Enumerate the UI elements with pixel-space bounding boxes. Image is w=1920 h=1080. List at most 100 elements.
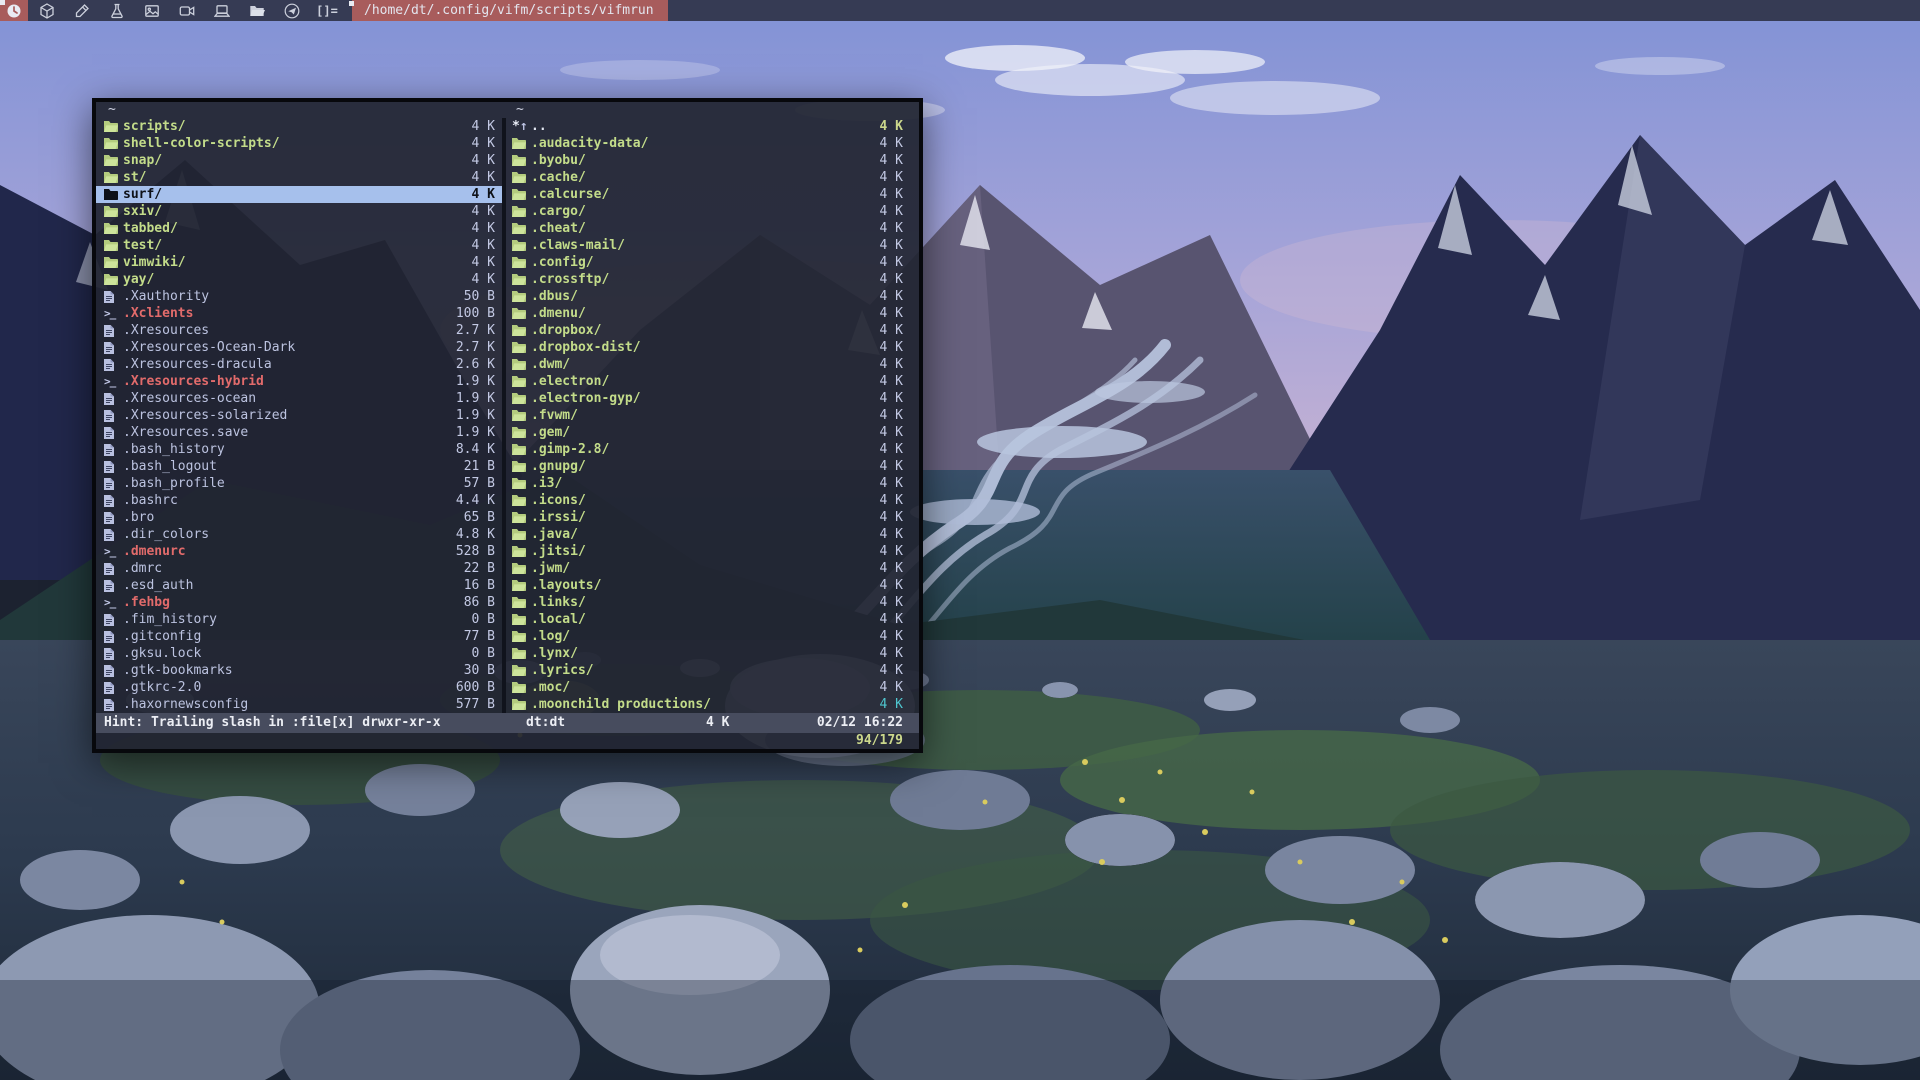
folder-icon — [512, 577, 531, 594]
file-row[interactable]: .Xresources-solarized 1.9 K — [96, 407, 502, 424]
file-row[interactable]: .Xresources-Ocean-Dark 2.7 K — [96, 339, 502, 356]
file-row[interactable]: .fvwm/ 4 K — [506, 407, 919, 424]
file-row[interactable]: surf/ 4 K — [96, 186, 502, 203]
file-row[interactable]: tabbed/ 4 K — [96, 220, 502, 237]
file-row[interactable]: .dropbox-dist/ 4 K — [506, 339, 919, 356]
file-row[interactable]: .layouts/ 4 K — [506, 577, 919, 594]
file-row[interactable]: .haxornewsconfig 577 B — [96, 696, 502, 713]
file-row[interactable]: .gem/ 4 K — [506, 424, 919, 441]
file-row[interactable]: vimwiki/ 4 K — [96, 254, 502, 271]
file-row[interactable]: .i3/ 4 K — [506, 475, 919, 492]
file-row[interactable]: >_ .Xresources-hybrid 1.9 K — [96, 373, 502, 390]
file-row[interactable]: .dmrc 22 B — [96, 560, 502, 577]
file-row[interactable]: test/ 4 K — [96, 237, 502, 254]
file-row[interactable]: .gnupg/ 4 K — [506, 458, 919, 475]
file-row[interactable]: .dbus/ 4 K — [506, 288, 919, 305]
file-row[interactable]: >_ .fehbg 86 B — [96, 594, 502, 611]
file-row[interactable]: .jwm/ 4 K — [506, 560, 919, 577]
file-row[interactable]: yay/ 4 K — [96, 271, 502, 288]
file-row[interactable]: scripts/ 4 K — [96, 118, 502, 135]
tiling-layout-glyph[interactable]: []= — [319, 3, 335, 19]
file-row[interactable]: .byobu/ 4 K — [506, 152, 919, 169]
file-row[interactable]: .Xauthority 50 B — [96, 288, 502, 305]
paper-plane-icon[interactable] — [284, 3, 300, 19]
file-row[interactable]: .local/ 4 K — [506, 611, 919, 628]
file-row[interactable]: .bash_history 8.4 K — [96, 441, 502, 458]
file-name: .dwm/ — [531, 356, 570, 373]
file-icon — [104, 356, 123, 373]
folder-icon — [512, 220, 531, 237]
file-row[interactable]: .moc/ 4 K — [506, 679, 919, 696]
file-row[interactable]: >_ .dmenurc 528 B — [96, 543, 502, 560]
file-row[interactable]: .electron-gyp/ 4 K — [506, 390, 919, 407]
file-row[interactable]: .gksu.lock 0 B — [96, 645, 502, 662]
file-row[interactable]: .dmenu/ 4 K — [506, 305, 919, 322]
file-row[interactable]: .bro 65 B — [96, 509, 502, 526]
file-icon — [104, 628, 123, 645]
file-row[interactable]: .Xresources 2.7 K — [96, 322, 502, 339]
file-row[interactable]: .moonchild productions/ 4 K — [506, 696, 919, 713]
file-name: .cache/ — [531, 169, 586, 186]
file-row[interactable]: .gtk-bookmarks 30 B — [96, 662, 502, 679]
file-row[interactable]: .gitconfig 77 B — [96, 628, 502, 645]
file-icon — [104, 288, 123, 305]
file-row[interactable]: .audacity-data/ 4 K — [506, 135, 919, 152]
file-size: 4 K — [880, 322, 903, 339]
laptop-icon[interactable] — [214, 3, 230, 19]
file-row[interactable]: .lyrics/ 4 K — [506, 662, 919, 679]
file-row[interactable]: *↑ .. 4 K — [506, 118, 919, 135]
file-row[interactable]: .dropbox/ 4 K — [506, 322, 919, 339]
file-row[interactable]: sxiv/ 4 K — [96, 203, 502, 220]
file-row[interactable]: .Xresources.save 1.9 K — [96, 424, 502, 441]
file-row[interactable]: .claws-mail/ 4 K — [506, 237, 919, 254]
folder-icon[interactable] — [249, 3, 265, 19]
pane-titles: ~ ~ — [96, 102, 919, 118]
file-name: .fehbg — [123, 594, 170, 611]
file-row[interactable]: .crossftp/ 4 K — [506, 271, 919, 288]
file-row[interactable]: .esd_auth 16 B — [96, 577, 502, 594]
file-size: 4 K — [880, 679, 903, 696]
file-row[interactable]: .java/ 4 K — [506, 526, 919, 543]
file-row[interactable]: >_ .Xclients 100 B — [96, 305, 502, 322]
file-row[interactable]: .dwm/ 4 K — [506, 356, 919, 373]
file-row[interactable]: .gimp-2.8/ 4 K — [506, 441, 919, 458]
clock-icon[interactable] — [6, 3, 22, 19]
image-icon[interactable] — [144, 3, 160, 19]
file-name: .byobu/ — [531, 152, 586, 169]
file-row[interactable]: .bashrc 4.4 K — [96, 492, 502, 509]
file-row[interactable]: .gtkrc-2.0 600 B — [96, 679, 502, 696]
file-size: 528 B — [456, 543, 495, 560]
file-row[interactable]: .links/ 4 K — [506, 594, 919, 611]
file-row[interactable]: .bash_logout 21 B — [96, 458, 502, 475]
file-row[interactable]: .lynx/ 4 K — [506, 645, 919, 662]
file-size: 65 B — [464, 509, 495, 526]
file-row[interactable]: .Xresources-dracula 2.6 K — [96, 356, 502, 373]
file-row[interactable]: shell-color-scripts/ 4 K — [96, 135, 502, 152]
file-row[interactable]: .Xresources-ocean 1.9 K — [96, 390, 502, 407]
file-row[interactable]: .icons/ 4 K — [506, 492, 919, 509]
file-row[interactable]: .calcurse/ 4 K — [506, 186, 919, 203]
file-name: st/ — [123, 169, 146, 186]
file-row[interactable]: .fim_history 0 B — [96, 611, 502, 628]
path-display[interactable]: /home/dt/.config/vifm/scripts/vifmrun — [352, 0, 668, 21]
file-name: .esd_auth — [123, 577, 193, 594]
file-row[interactable]: .config/ 4 K — [506, 254, 919, 271]
file-size: 4 K — [880, 356, 903, 373]
file-row[interactable]: .dir_colors 4.8 K — [96, 526, 502, 543]
file-row[interactable]: st/ 4 K — [96, 169, 502, 186]
video-camera-icon[interactable] — [179, 3, 195, 19]
file-row[interactable]: .cache/ 4 K — [506, 169, 919, 186]
file-name: .cargo/ — [531, 203, 586, 220]
file-row[interactable]: .electron/ 4 K — [506, 373, 919, 390]
flask-icon[interactable] — [109, 3, 125, 19]
file-row[interactable]: .jitsi/ 4 K — [506, 543, 919, 560]
file-row[interactable]: .cargo/ 4 K — [506, 203, 919, 220]
file-row[interactable]: .bash_profile 57 B — [96, 475, 502, 492]
file-row[interactable]: snap/ 4 K — [96, 152, 502, 169]
file-row[interactable]: .cheat/ 4 K — [506, 220, 919, 237]
cube-icon[interactable] — [39, 3, 55, 19]
file-row[interactable]: .log/ 4 K — [506, 628, 919, 645]
file-row[interactable]: .irssi/ 4 K — [506, 509, 919, 526]
file-name: .dmrc — [123, 560, 162, 577]
color-picker-icon[interactable] — [74, 3, 90, 19]
